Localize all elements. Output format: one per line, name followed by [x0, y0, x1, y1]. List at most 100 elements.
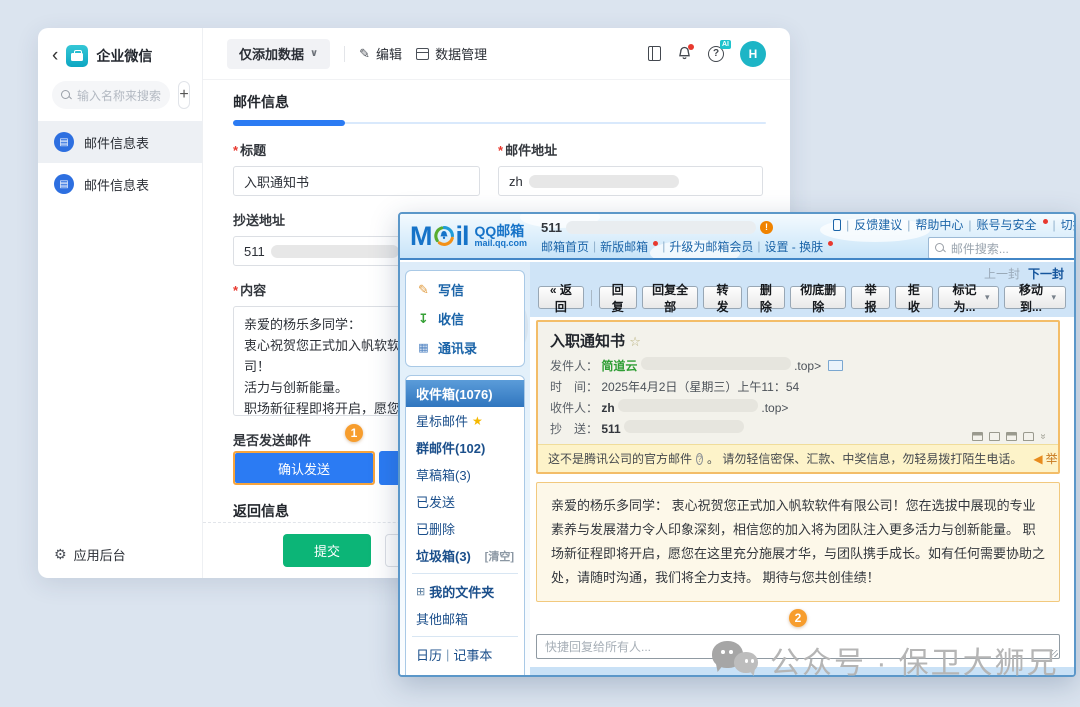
qqmail-main: 上一封 下一封 « 返回 回复 回复全部 转发 删除 彻底删除 举报 拒收 标记… — [530, 262, 1074, 675]
dropdown-arrow-icon: ▾ — [985, 292, 990, 303]
report-button[interactable]: 举报 — [851, 286, 889, 309]
tool-calendar-notebook[interactable]: 日历|记事本 — [406, 641, 524, 668]
data-manage-button[interactable]: 数据管理 — [416, 44, 487, 63]
move-to-dropdown[interactable]: 移动到...▾ — [1004, 286, 1065, 309]
link-account-security[interactable]: 账号与安全 — [977, 216, 1037, 233]
docs-icon[interactable] — [648, 46, 661, 61]
gear-icon: ⚙ — [54, 546, 67, 563]
prev-mail-link[interactable]: 上一封 — [984, 265, 1020, 282]
popout-icon[interactable] — [972, 432, 983, 441]
link-help-center[interactable]: 帮助中心 — [915, 216, 963, 233]
receive-mail-button[interactable]: ↧ 收信 — [406, 304, 524, 333]
mail-action-icons: » — [972, 431, 1046, 442]
archive-icon[interactable] — [1006, 432, 1017, 441]
back-button[interactable]: « 返回 — [538, 286, 584, 309]
brand-domain: mail.qq.com — [475, 239, 528, 248]
warning-icon[interactable]: ! — [760, 221, 773, 234]
folder-inbox[interactable]: 收件箱(1076) — [406, 380, 524, 407]
meta-time: 时 间： 2025年4月2日（星期三）上午11：54 — [550, 377, 1046, 398]
compose-write-button[interactable]: ✎ 写信 — [406, 275, 524, 304]
help-icon[interactable]: ? — [696, 453, 703, 465]
reject-button[interactable]: 拒收 — [895, 286, 933, 309]
mark-as-dropdown[interactable]: 标记为...▾ — [938, 286, 999, 309]
link-feedback[interactable]: 反馈建议 — [854, 216, 902, 233]
collapse-icon[interactable]: » — [1038, 434, 1049, 440]
account-line: 511 ! — [541, 220, 833, 235]
add-data-only-dropdown[interactable]: 仅添加数据 ∨ — [227, 39, 330, 69]
phishing-warning-bar: 这不是腾讯公司的官方邮件 ? 。 请勿轻信密保、汇款、中奖信息，勿轻易拨打陌生电… — [538, 444, 1058, 472]
folder-deleted[interactable]: 已删除 — [406, 515, 524, 542]
sender-name[interactable]: 简道云 — [601, 359, 637, 373]
mail-body: 亲爱的杨乐多同学： 衷心祝贺您正式加入帆软软件有限公司！您在选拔中展现的专业素养… — [536, 482, 1060, 602]
receive-icon: ↧ — [416, 311, 431, 327]
email-input[interactable]: zh — [498, 166, 763, 196]
group-other-mailboxes[interactable]: 其他邮箱 — [406, 605, 524, 632]
mail-logo-ring-icon — [433, 225, 455, 247]
app-title: 企业微信 — [96, 46, 152, 66]
notifications-button[interactable] — [677, 46, 692, 61]
sidebar-item-mail-form-1[interactable]: ▤ 邮件信息表 — [38, 121, 202, 163]
expand-icon[interactable]: ⊞ — [416, 585, 425, 598]
star-outline-icon[interactable]: ☆ — [629, 334, 641, 349]
dropdown-arrow-icon: ▾ — [1051, 292, 1056, 303]
new-window-icon[interactable] — [989, 432, 1000, 441]
back-chevron-icon[interactable]: ‹ — [52, 49, 58, 63]
send-mail-label: 是否发送邮件 — [233, 430, 311, 449]
group-my-folders[interactable]: ⊞我的文件夹 — [406, 578, 524, 605]
nav-new-mail[interactable]: 新版邮箱 — [600, 238, 648, 255]
folder-starred[interactable]: 星标邮件★ — [406, 407, 524, 434]
mail-search-input[interactable]: 邮件搜索... ▾ — [928, 237, 1074, 259]
folder-group-mail[interactable]: 群邮件(102) — [406, 434, 524, 461]
app-backend-button[interactable]: ⚙ 应用后台 — [54, 545, 126, 564]
nav-settings-skin[interactable]: 设置 - 换肤 — [764, 238, 823, 255]
step-badge-2: 2 — [789, 609, 807, 627]
step-badge-1: 1 — [345, 424, 363, 442]
report-spam-link[interactable]: 举报垃圾邮件 — [1046, 450, 1058, 467]
contacts-icon: ▦ — [416, 341, 431, 354]
nav-upgrade-member[interactable]: 升级为邮箱会员 — [669, 238, 753, 255]
contacts-button[interactable]: ▦ 通讯录 — [406, 333, 524, 362]
edit-button[interactable]: ✎ 编辑 — [359, 44, 402, 63]
empty-spam-button[interactable]: [清空] — [485, 548, 514, 564]
form-doc-icon: ▤ — [54, 174, 74, 194]
mail-header-box: 入职通知书 ☆ 发件人： 简道云 .top> — [536, 320, 1060, 474]
meta-from: 发件人： 简道云 .top> — [550, 356, 1046, 377]
print-icon[interactable] — [1023, 432, 1034, 441]
submit-button[interactable]: 提交 — [283, 534, 371, 567]
redacted-text — [624, 420, 744, 433]
next-mail-link[interactable]: 下一封 — [1028, 265, 1064, 282]
sidebar-search-input[interactable]: 输入名称来搜索 — [52, 81, 170, 109]
link-switch-account[interactable]: 切换账号 — [1061, 216, 1074, 233]
mail-logo-text: M il — [410, 221, 469, 252]
reply-all-button[interactable]: 回复全部 — [642, 286, 699, 309]
sidebar-item-mail-form-2[interactable]: ▤ 邮件信息表 — [38, 163, 202, 205]
mobile-icon[interactable] — [833, 219, 841, 231]
confirm-send-button[interactable]: 确认发送 — [235, 453, 373, 483]
meta-to: 收件人： zh .top> — [550, 398, 1046, 419]
reply-button[interactable]: 回复 — [599, 286, 637, 309]
chevron-down-icon: ∨ — [310, 48, 318, 59]
folder-drafts[interactable]: 草稿箱(3) — [406, 461, 524, 488]
nav-mail-home[interactable]: 邮箱首页 — [541, 238, 589, 255]
mail-reading-pane: 入职通知书 ☆ 发件人： 简道云 .top> — [530, 317, 1074, 675]
qqmail-header: M il QQ邮箱 mail.qq.com 5 — [400, 214, 1074, 260]
section-title-mail-info: 邮件信息 — [233, 92, 790, 112]
folder-spam[interactable]: 垃圾箱(3)[清空] — [406, 542, 524, 569]
watermark: 公众号 · 保卫大狮兄 — [712, 638, 1059, 682]
tool-resume[interactable]: 简历NEW — [406, 668, 524, 677]
folder-sent[interactable]: 已发送 — [406, 488, 524, 515]
title-input[interactable]: 入职通知书 — [233, 166, 480, 196]
qqmail-sidebar: ✎ 写信 ↧ 收信 ▦ 通讯录 收件箱(1076) 星标邮件★ 群邮件( — [400, 262, 530, 675]
add-form-button[interactable]: + — [178, 81, 190, 109]
mail-toolbar-top: « 返回 回复 回复全部 转发 删除 彻底删除 举报 拒收 标记为...▾ 移动… — [530, 282, 1074, 317]
wecom-sidebar: ‹ 企业微信 输入名称来搜索 + ▤ 邮件信息表 ▤ 邮件信息表 ⚙ — [38, 28, 203, 578]
delete-button[interactable]: 删除 — [747, 286, 785, 309]
avatar[interactable]: H — [740, 41, 766, 67]
delete-forever-button[interactable]: 彻底删除 — [790, 286, 847, 309]
section-progress — [233, 119, 766, 126]
wechat-icon — [712, 639, 760, 681]
help-button[interactable]: ? AI — [708, 46, 724, 62]
contact-card-icon[interactable] — [828, 360, 843, 371]
qqmail-logo[interactable]: M il QQ邮箱 mail.qq.com — [400, 221, 527, 252]
forward-button[interactable]: 转发 — [703, 286, 741, 309]
